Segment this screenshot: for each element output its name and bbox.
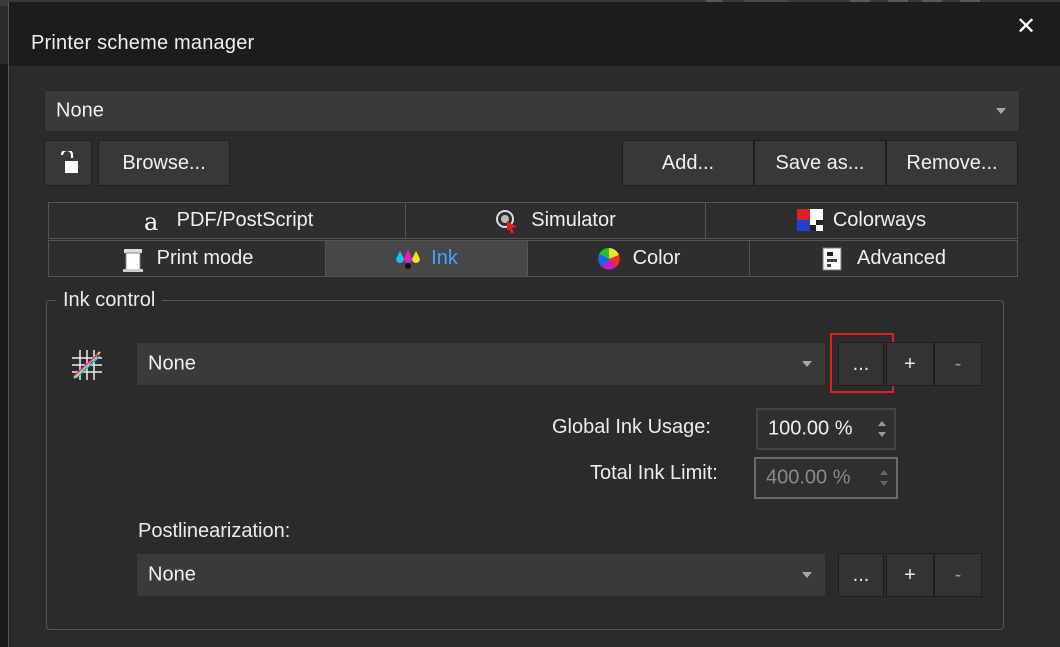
scheme-select[interactable]: None <box>44 90 1020 132</box>
title-bar: Printer scheme manager ✕ <box>9 2 1060 66</box>
ink-curve-icon <box>72 350 102 380</box>
ink-control-add-button[interactable]: + <box>886 342 934 386</box>
total-ink-limit-label: Total Ink Limit: <box>590 462 718 484</box>
remove-button[interactable]: Remove... <box>886 140 1018 186</box>
tab-ink[interactable]: Ink <box>325 240 528 277</box>
total-ink-limit-value: 400.00 % <box>766 466 851 489</box>
postlinearization-remove-button[interactable]: - <box>934 553 982 597</box>
color-wheel-icon <box>597 247 621 271</box>
spin-arrows-icon[interactable] <box>872 412 892 446</box>
ink-icon <box>395 247 421 271</box>
tab-label: Color <box>632 247 681 269</box>
tab-label: Simulator <box>531 209 616 231</box>
ink-control-select-value: None <box>148 352 196 375</box>
browse-button[interactable]: Browse... <box>98 140 230 186</box>
close-button[interactable]: ✕ <box>1013 14 1039 40</box>
scheme-select-value: None <box>56 99 104 122</box>
save-as-button[interactable]: Save as... <box>754 140 886 186</box>
tab-label: Print mode <box>156 247 254 269</box>
ink-control-remove-button[interactable]: - <box>934 342 982 386</box>
tab-label: Ink <box>431 247 458 269</box>
background-window-edge <box>0 64 8 647</box>
chevron-down-icon <box>789 554 825 596</box>
tab-simulator[interactable]: Simulator <box>405 202 706 239</box>
lock-button[interactable] <box>44 140 92 186</box>
ink-control-select[interactable]: None <box>136 342 826 386</box>
pdf-postscript-icon: a <box>141 208 165 236</box>
tab-advanced[interactable]: Advanced <box>749 240 1018 277</box>
tab-label: Colorways <box>832 209 927 231</box>
ink-control-label: Ink control <box>56 289 163 312</box>
tab-pdf-postscript[interactable]: a PDF/PostScript <box>48 202 406 239</box>
add-button[interactable]: Add... <box>622 140 754 186</box>
global-ink-usage-spinbox[interactable]: 100.00 % <box>756 408 896 450</box>
print-mode-icon <box>121 247 145 272</box>
tab-label: PDF/PostScript <box>176 209 314 231</box>
tab-color[interactable]: Color <box>527 240 750 277</box>
postlinearization-select-value: None <box>148 563 196 586</box>
highlight-box <box>830 333 894 393</box>
postlinearization-more-button[interactable]: ... <box>838 553 884 597</box>
tab-colorways[interactable]: Colorways <box>705 202 1018 239</box>
tab-print-mode[interactable]: Print mode <box>48 240 326 277</box>
postlinearization-label: Postlinearization: <box>138 520 291 542</box>
global-ink-usage-value: 100.00 % <box>768 417 853 440</box>
postlinearization-select[interactable]: None <box>136 553 826 597</box>
chevron-down-icon <box>983 91 1019 131</box>
simulator-icon <box>495 209 519 233</box>
total-ink-limit-spinbox[interactable]: 400.00 % <box>754 457 898 499</box>
dialog-title: Printer scheme manager <box>31 32 255 54</box>
colorways-icon <box>796 208 823 233</box>
unlock-icon <box>60 151 78 173</box>
spin-arrows-icon[interactable] <box>874 461 894 495</box>
advanced-icon <box>821 247 845 271</box>
postlinearization-add-button[interactable]: + <box>886 553 934 597</box>
svg-text:a: a <box>144 209 158 233</box>
tab-label: Advanced <box>857 247 946 269</box>
global-ink-usage-label: Global Ink Usage: <box>552 416 711 438</box>
chevron-down-icon <box>789 343 825 385</box>
